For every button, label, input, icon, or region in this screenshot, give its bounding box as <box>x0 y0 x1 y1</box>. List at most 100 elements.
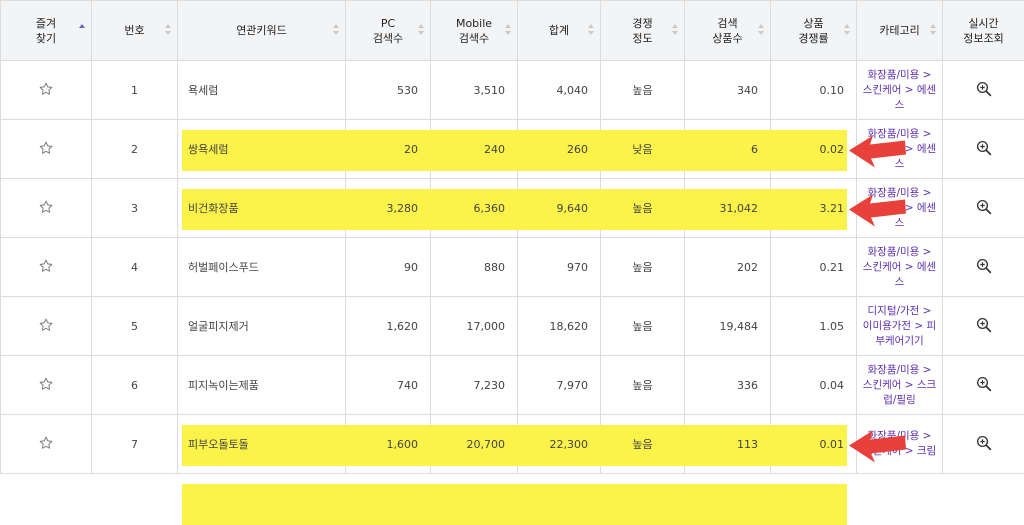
pc-searches: 530 <box>397 84 418 97</box>
sort-icon <box>672 24 678 36</box>
realtime-cell <box>943 61 1024 120</box>
category-link[interactable]: 화장품/미용 > 스킨케어 > 에센 스 <box>861 245 938 290</box>
star-outline-icon[interactable] <box>38 199 54 215</box>
competition-level: 높음 <box>632 84 652 97</box>
total-cell: 7,970 <box>518 356 601 415</box>
magnifier-plus-icon[interactable] <box>975 375 993 393</box>
header-total-label: 합계 <box>549 24 569 37</box>
mobile-cell: 3,510 <box>431 61 518 120</box>
products-cell: 19,484 <box>685 297 771 356</box>
category-link[interactable]: 화장품/미용 > 스킨케어 > 에센 스 <box>861 68 938 113</box>
number-cell: 1 <box>92 61 178 120</box>
favorite-cell <box>1 238 92 297</box>
number-cell: 2 <box>92 120 178 179</box>
realtime-cell <box>943 356 1024 415</box>
keyword-text: 욕세럼 <box>188 84 218 97</box>
mobile-searches: 6,360 <box>474 202 506 215</box>
product-count: 31,042 <box>720 202 759 215</box>
product-competition-ratio: 0.21 <box>820 261 845 274</box>
favorite-cell <box>1 415 92 474</box>
header-category[interactable]: 카테고리 <box>857 1 943 61</box>
row-number: 1 <box>131 84 138 97</box>
category-link[interactable]: 화장품/미용 > 스킨케어 > 스크 럽/필링 <box>861 363 938 408</box>
sort-icon <box>418 24 424 36</box>
header-realtime-label: 실시간 정보조회 <box>963 17 1003 45</box>
ratio-cell: 1.05 <box>771 297 857 356</box>
pc-searches: 1,600 <box>387 438 419 451</box>
star-outline-icon[interactable] <box>38 140 54 156</box>
highlight-band <box>182 484 847 525</box>
sort-icon <box>588 24 594 36</box>
product-count: 19,484 <box>720 320 759 333</box>
mobile-searches: 880 <box>484 261 505 274</box>
pc-searches: 90 <box>404 261 418 274</box>
star-outline-icon[interactable] <box>38 376 54 392</box>
table-row: 1욕세럼5303,5104,040높음3400.10화장품/미용 > 스킨케어 … <box>1 61 1024 120</box>
header-number[interactable]: 번호 <box>92 1 178 61</box>
highlight-band <box>182 130 847 171</box>
magnifier-plus-icon[interactable] <box>975 434 993 452</box>
competition-cell: 높음 <box>601 61 685 120</box>
header-favorite[interactable]: 즐겨 찾기 <box>1 1 92 61</box>
total-searches: 4,040 <box>557 84 589 97</box>
number-cell: 5 <box>92 297 178 356</box>
pc-searches: 1,620 <box>387 320 419 333</box>
table-row: 4허벌페이스푸드90880970높음2020.21화장품/미용 > 스킨케어 >… <box>1 238 1024 297</box>
magnifier-plus-icon[interactable] <box>975 257 993 275</box>
row-number: 3 <box>131 202 138 215</box>
category-link[interactable]: 화장품/미용 > 스킨케어 > 에센 스 <box>861 127 938 172</box>
products-cell: 202 <box>685 238 771 297</box>
pc-searches: 20 <box>404 143 418 156</box>
header-products[interactable]: 검색 상품수 <box>685 1 771 61</box>
row-number: 7 <box>131 438 138 451</box>
category-cell: 화장품/미용 > 스킨케어 > 에센 스 <box>857 179 943 238</box>
total-searches: 22,300 <box>550 438 589 451</box>
keyword-text: 피지녹이는제품 <box>188 379 259 392</box>
sort-icon <box>165 24 171 36</box>
realtime-cell <box>943 297 1024 356</box>
keyword-text: 쌍욕세럼 <box>188 143 228 156</box>
star-outline-icon[interactable] <box>38 258 54 274</box>
magnifier-plus-icon[interactable] <box>975 80 993 98</box>
magnifier-plus-icon[interactable] <box>975 198 993 216</box>
category-link[interactable]: 화장품/미용 > 스킨케어 > 크림 <box>861 429 938 459</box>
mobile-searches: 17,000 <box>467 320 506 333</box>
header-mobile[interactable]: Mobile 검색수 <box>431 1 518 61</box>
category-link[interactable]: 화장품/미용 > 스킨케어 > 에센 스 <box>861 186 938 231</box>
header-row: 즐겨 찾기 번호 연관키워드 PC 검색수 Mobile 검색수 합계 경쟁 정… <box>1 1 1024 61</box>
ratio-cell: 0.10 <box>771 61 857 120</box>
keyword-text: 비건화장품 <box>188 202 239 215</box>
keyword-table: 즐겨 찾기 번호 연관키워드 PC 검색수 Mobile 검색수 합계 경쟁 정… <box>0 0 1024 474</box>
header-total[interactable]: 합계 <box>518 1 601 61</box>
realtime-cell <box>943 415 1024 474</box>
competition-level: 높음 <box>632 202 652 215</box>
sort-icon <box>930 24 936 36</box>
star-outline-icon[interactable] <box>38 317 54 333</box>
keyword-text: 허벌페이스푸드 <box>188 261 259 274</box>
row-number: 2 <box>131 143 138 156</box>
table-row: 5얼굴피지제거 1,620 17,000 18,620 높음 19,484 1.05디지털/… <box>1 297 1024 356</box>
total-searches: 18,620 <box>550 320 589 333</box>
star-outline-icon[interactable] <box>38 81 54 97</box>
header-pc[interactable]: PC 검색수 <box>346 1 431 61</box>
header-keyword[interactable]: 연관키워드 <box>178 1 346 61</box>
magnifier-plus-icon[interactable] <box>975 139 993 157</box>
favorite-cell <box>1 356 92 415</box>
star-outline-icon[interactable] <box>38 435 54 451</box>
competition-level: 높음 <box>632 320 652 333</box>
product-count: 336 <box>737 379 758 392</box>
keyword-cell: 얼굴피지제거 <box>178 297 346 356</box>
header-competition[interactable]: 경쟁 정도 <box>601 1 685 61</box>
keyword-cell: 욕세럼 <box>178 61 346 120</box>
total-searches: 9,640 <box>557 202 589 215</box>
product-competition-ratio: 0.10 <box>820 84 845 97</box>
keyword-text: 피부오돌토돌 <box>188 438 249 451</box>
pc-cell: 740 <box>346 356 431 415</box>
product-competition-ratio: 3.21 <box>820 202 845 215</box>
product-competition-ratio: 0.04 <box>820 379 845 392</box>
magnifier-plus-icon[interactable] <box>975 316 993 334</box>
category-link[interactable]: 디지털/가전 > 이미용가전 > 피 부케어기기 <box>861 304 938 349</box>
header-product-competition[interactable]: 상품 경쟁률 <box>771 1 857 61</box>
competition-cell: 높음 <box>601 238 685 297</box>
category-cell: 화장품/미용 > 스킨케어 > 에센 스 <box>857 238 943 297</box>
